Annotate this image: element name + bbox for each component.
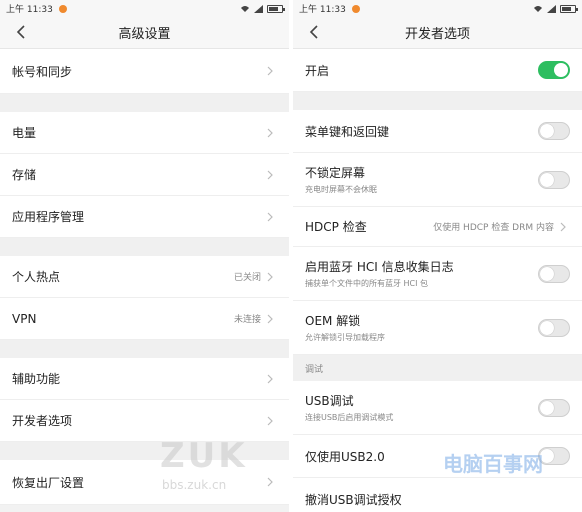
chevron-right-icon — [267, 477, 277, 487]
item-vpn[interactable]: VPN 未连接 — [0, 298, 289, 340]
item-battery[interactable]: 电量 — [0, 112, 289, 154]
item-subtitle: 充电时屏幕不会休眠 — [305, 185, 377, 194]
item-app-management[interactable]: 应用程序管理 — [0, 196, 289, 238]
battery-icon — [267, 4, 285, 13]
chevron-right-icon — [267, 212, 277, 222]
wifi-icon — [241, 5, 249, 12]
back-arrow-icon[interactable] — [305, 23, 323, 41]
item-value: 已关闭 — [233, 273, 261, 283]
item-label: 不锁定屏幕 — [305, 166, 366, 180]
item-revoke-usb-auth[interactable]: 撤消USB调试授权 — [293, 478, 582, 512]
item-hdcp-check[interactable]: HDCP 检查 仅使用 HDCP 检查 DRM 内容 — [293, 207, 582, 247]
item-oem-unlock[interactable]: OEM 解锁 允许解锁引导加载程序 — [293, 301, 582, 355]
chevron-right-icon — [267, 128, 277, 138]
item-label: 电量 — [12, 126, 37, 140]
item-subtitle: 连接USB后启用调试模式 — [305, 413, 394, 422]
item-subtitle: 捕获单个文件中的所有蓝牙 HCI 包 — [305, 279, 429, 288]
back-arrow-icon[interactable] — [12, 23, 30, 41]
item-label: 启用蓝牙 HCI 信息收集日志 — [305, 260, 454, 274]
item-accessibility[interactable]: 辅助功能 — [0, 358, 289, 400]
stay-awake-toggle[interactable] — [538, 170, 570, 189]
developer-enable-row[interactable]: 开启 — [293, 49, 582, 92]
section-divider — [0, 442, 289, 460]
section-divider — [293, 92, 582, 110]
signal-icon — [547, 4, 556, 13]
chevron-right-icon — [267, 314, 277, 324]
title-bar: 开发者选项 — [293, 17, 582, 49]
item-label: 存储 — [12, 168, 37, 182]
item-label: USB调试 — [305, 394, 354, 408]
item-account-sync[interactable]: 帐号和同步 — [0, 49, 289, 94]
section-divider — [0, 340, 289, 358]
item-label: 个人热点 — [12, 270, 61, 284]
usb-debugging-toggle[interactable] — [538, 398, 570, 417]
wifi-icon — [534, 5, 542, 12]
item-bt-hci-log[interactable]: 启用蓝牙 HCI 信息收集日志 捕获单个文件中的所有蓝牙 HCI 包 — [293, 247, 582, 301]
developer-enable-toggle[interactable] — [538, 61, 570, 79]
item-label: 菜单键和返回键 — [305, 124, 390, 139]
bt-hci-log-toggle[interactable] — [538, 264, 570, 283]
oem-unlock-toggle[interactable] — [538, 318, 570, 337]
item-value: 仅使用 HDCP 检查 DRM 内容 — [433, 223, 554, 233]
item-label: 帐号和同步 — [12, 64, 73, 79]
item-developer-options[interactable]: 开发者选项 — [0, 400, 289, 442]
status-time: 上午 11:33 — [299, 5, 346, 15]
item-usb2-only[interactable]: 仅使用USB2.0 — [293, 435, 582, 478]
status-time: 上午 11:33 — [6, 5, 53, 15]
item-label: OEM 解锁 — [305, 314, 361, 328]
item-label: HDCP 检查 — [305, 220, 367, 234]
chevron-right-icon — [267, 66, 277, 76]
menu-back-keys-toggle[interactable] — [538, 122, 570, 140]
status-bar: 上午 11:33 — [293, 0, 582, 17]
usb2-only-toggle[interactable] — [538, 447, 570, 465]
title-bar: 高级设置 — [0, 17, 289, 49]
battery-icon — [560, 4, 578, 13]
item-label: 应用程序管理 — [12, 210, 85, 224]
developer-options-screen: 上午 11:33 开发者选项 开启 菜单键和返回键 不锁定屏幕 充电时屏幕不会休… — [293, 0, 582, 512]
item-label: 撤消USB调试授权 — [305, 492, 402, 507]
item-label: 仅使用USB2.0 — [305, 449, 385, 464]
section-divider — [0, 238, 289, 256]
item-stay-awake[interactable]: 不锁定屏幕 充电时屏幕不会休眠 — [293, 153, 582, 207]
page-title: 高级设置 — [118, 27, 171, 42]
chevron-right-icon — [267, 170, 277, 180]
item-label: 恢复出厂设置 — [12, 475, 85, 490]
item-value: 未连接 — [233, 315, 261, 325]
item-usb-debugging[interactable]: USB调试 连接USB后启用调试模式 — [293, 381, 582, 435]
item-label: 辅助功能 — [12, 372, 61, 386]
notification-dot-icon — [351, 4, 360, 13]
item-storage[interactable]: 存储 — [0, 154, 289, 196]
signal-icon — [254, 4, 263, 13]
chevron-right-icon — [560, 222, 570, 232]
item-subtitle: 允许解锁引导加载程序 — [305, 333, 385, 342]
item-label: 开启 — [305, 63, 330, 78]
notification-dot-icon — [58, 4, 67, 13]
page-title: 开发者选项 — [404, 27, 470, 42]
item-factory-reset[interactable]: 恢复出厂设置 — [0, 460, 289, 505]
advanced-settings-screen: 上午 11:33 高级设置 帐号和同步 电量 存储 应用程序管理 个人热点 已关… — [0, 0, 289, 512]
chevron-right-icon — [267, 416, 277, 426]
item-hotspot[interactable]: 个人热点 已关闭 — [0, 256, 289, 298]
section-divider — [0, 94, 289, 112]
chevron-right-icon — [267, 374, 277, 384]
item-menu-back-keys[interactable]: 菜单键和返回键 — [293, 110, 582, 153]
section-title-debug: 调试 — [293, 355, 582, 381]
item-label: VPN — [12, 311, 37, 326]
chevron-right-icon — [267, 272, 277, 282]
item-label: 开发者选项 — [12, 414, 73, 428]
status-bar: 上午 11:33 — [0, 0, 289, 17]
